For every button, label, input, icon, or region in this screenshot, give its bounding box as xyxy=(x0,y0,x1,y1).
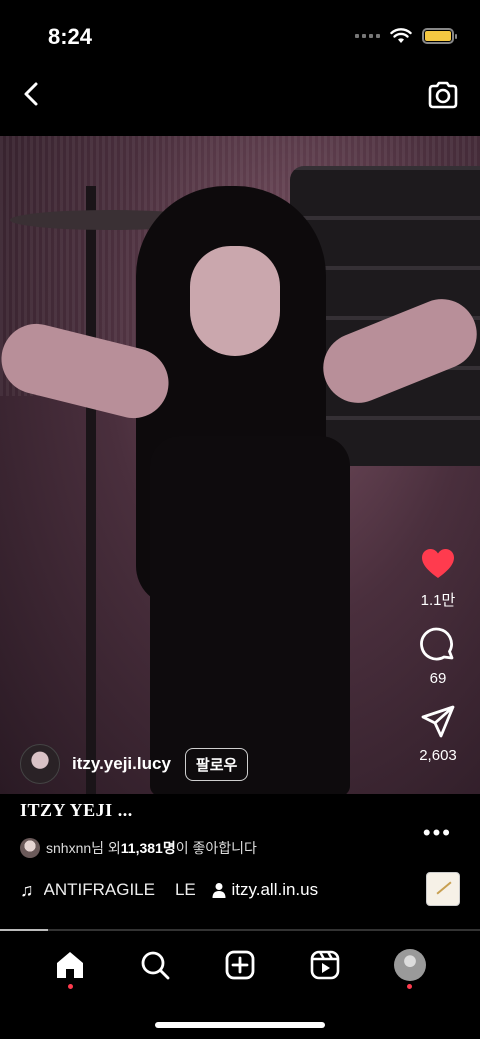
follow-button[interactable]: 팔로우 xyxy=(184,747,249,781)
home-icon[interactable] xyxy=(54,949,86,981)
signal-icon xyxy=(355,34,380,38)
tab-reels[interactable] xyxy=(301,941,349,989)
like-count: 1.1만 xyxy=(420,592,456,609)
home-notification-dot xyxy=(67,984,73,989)
liked-by-prefix: snhxnn님 외 xyxy=(46,840,121,856)
comment-action[interactable]: 69 xyxy=(419,626,457,687)
camera-icon[interactable] xyxy=(426,78,460,112)
liked-by-row[interactable]: snhxnn님 외 11,381명 이 좋아합니다 xyxy=(20,838,257,858)
liked-by-suffix: 이 좋아합니다 xyxy=(175,840,257,856)
like-action[interactable]: 1.1만 xyxy=(419,545,457,610)
status-bar: 8:24 xyxy=(0,0,480,70)
tab-search[interactable] xyxy=(131,941,179,989)
audio-track-tail: LE xyxy=(174,880,196,899)
search-icon[interactable] xyxy=(139,949,171,981)
more-options-icon[interactable]: ••• xyxy=(423,820,452,846)
author-row: itzy.yeji.lucy 팔로우 xyxy=(20,744,249,784)
share-action[interactable]: 2,603 xyxy=(419,703,457,764)
tagged-username: itzy.all.in.us xyxy=(231,880,319,899)
profile-notification-dot xyxy=(407,984,413,989)
author-avatar[interactable] xyxy=(20,744,60,784)
tagged-user[interactable]: itzy.all.in.us xyxy=(212,880,319,900)
liked-by-count: 11,381명 xyxy=(120,840,176,856)
bottom-tab-bar xyxy=(0,931,480,999)
wifi-icon xyxy=(390,28,412,43)
side-actions: 1.1만 69 2,603 xyxy=(408,545,468,780)
heart-icon[interactable] xyxy=(419,545,457,583)
video-performer-face xyxy=(190,246,280,356)
video-performer-body xyxy=(150,436,350,794)
top-bar xyxy=(0,70,480,136)
author-username[interactable]: itzy.yeji.lucy xyxy=(72,754,171,774)
profile-avatar[interactable] xyxy=(393,949,426,981)
person-icon xyxy=(212,883,225,898)
comment-count: 69 xyxy=(429,670,447,687)
comment-icon[interactable] xyxy=(419,626,457,664)
share-count: 2,603 xyxy=(419,747,457,764)
music-note-icon: ♫ xyxy=(20,879,34,900)
tab-profile[interactable] xyxy=(386,941,434,989)
audio-row: ♫ ANTIFRAGILE LE itzy.all.in.us xyxy=(20,872,460,906)
reel-caption[interactable]: ITZY YEJI ... xyxy=(20,800,133,821)
audio-track[interactable]: ANTIFRAGILE LE xyxy=(44,880,204,900)
status-time: 8:24 xyxy=(48,24,93,49)
chevron-left-icon[interactable] xyxy=(18,80,46,108)
create-icon[interactable] xyxy=(224,949,256,981)
home-indicator xyxy=(155,1022,325,1028)
tab-home[interactable] xyxy=(46,941,94,989)
liked-by-avatar xyxy=(20,838,40,858)
video-mic-stand xyxy=(86,186,96,794)
send-icon[interactable] xyxy=(419,703,457,741)
audio-track-title: ANTIFRAGILE xyxy=(43,880,155,899)
status-icons xyxy=(355,28,457,44)
reels-icon[interactable] xyxy=(309,949,341,981)
tab-create[interactable] xyxy=(216,941,264,989)
audio-thumbnail[interactable] xyxy=(426,872,460,906)
battery-icon xyxy=(422,28,457,44)
